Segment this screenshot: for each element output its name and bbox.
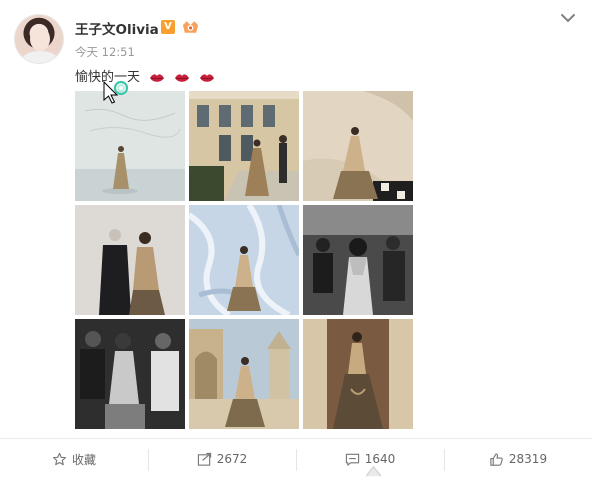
- post-text: 愉快的一天: [75, 66, 215, 85]
- avatar[interactable]: [14, 14, 64, 64]
- thumbs-up-icon: [490, 452, 503, 466]
- photo-grid: [75, 91, 414, 430]
- repost-button[interactable]: 2672: [148, 439, 296, 479]
- photo-thumbnail[interactable]: [189, 91, 299, 201]
- photo-thumbnail[interactable]: [75, 205, 185, 315]
- photo-thumbnail[interactable]: [303, 205, 413, 315]
- photo-thumbnail[interactable]: [303, 91, 413, 201]
- active-tab-indicator: [366, 465, 381, 477]
- post-body: 愉快的一天: [75, 70, 141, 85]
- photo-thumbnail[interactable]: [189, 319, 299, 429]
- favorite-label: 收藏: [71, 452, 96, 467]
- comment-button[interactable]: 1640: [296, 439, 444, 479]
- like-button[interactable]: 28319: [444, 439, 592, 479]
- username-link[interactable]: 王子文Olivia: [75, 18, 159, 38]
- photo-thumbnail[interactable]: [75, 91, 185, 201]
- lips-emoji-icon: [150, 73, 165, 82]
- lips-emoji-icon: [175, 73, 190, 82]
- repost-icon: [197, 452, 211, 466]
- repost-count: 2672: [216, 452, 248, 466]
- weibo-post-card: 王子文Olivia V 今天 12:51 愉快的一天 收藏 2672 1640 …: [0, 0, 592, 479]
- lips-emoji-icon: [200, 73, 215, 82]
- vip-badge[interactable]: V: [161, 20, 175, 34]
- favorite-button[interactable]: 收藏: [0, 439, 148, 479]
- like-count: 28319: [508, 452, 548, 466]
- photo-thumbnail[interactable]: [189, 205, 299, 315]
- photo-thumbnail[interactable]: [303, 319, 413, 429]
- comment-icon: [345, 453, 359, 466]
- photo-thumbnail[interactable]: [75, 319, 185, 429]
- action-bar: 收藏 2672 1640 28319: [0, 438, 592, 479]
- post-timestamp[interactable]: 今天 12:51: [75, 44, 135, 60]
- star-icon: [52, 452, 67, 465]
- chevron-down-icon[interactable]: [558, 8, 578, 28]
- member-level-icon[interactable]: [181, 19, 200, 35]
